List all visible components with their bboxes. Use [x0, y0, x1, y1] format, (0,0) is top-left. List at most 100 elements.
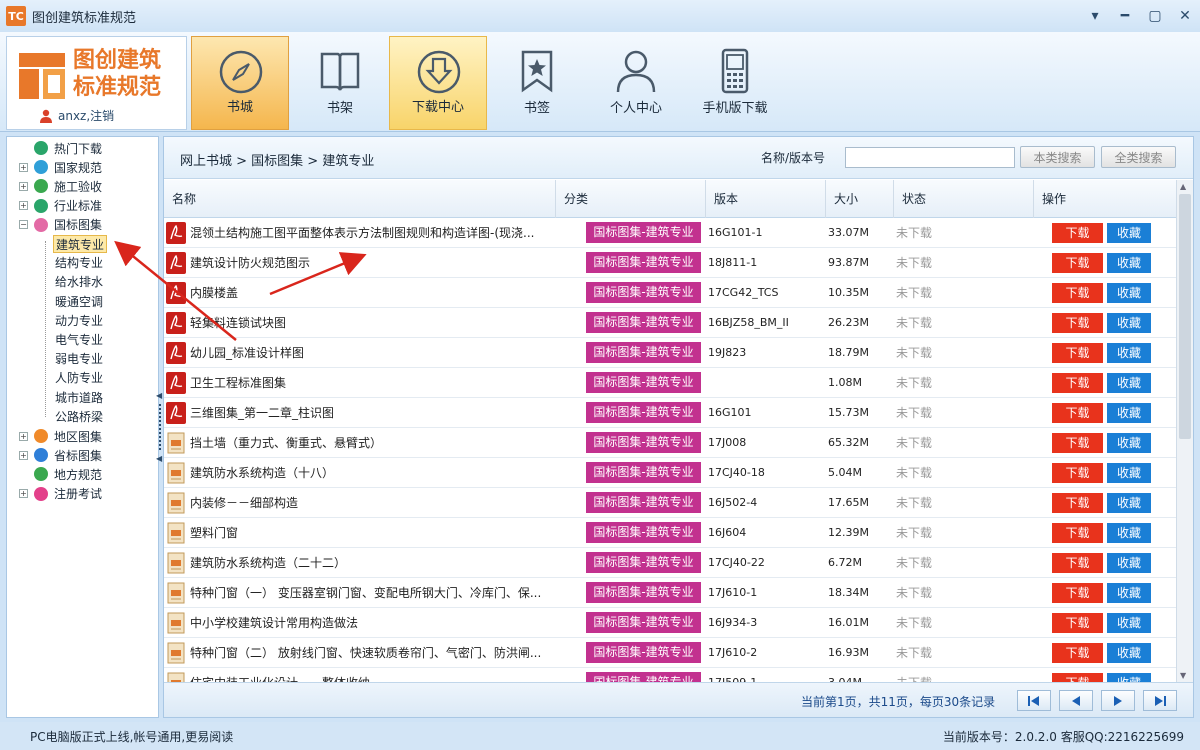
download-button[interactable]: 下载: [1052, 403, 1103, 423]
favorite-button[interactable]: 收藏: [1107, 553, 1151, 573]
favorite-button[interactable]: 收藏: [1107, 373, 1151, 393]
tree-item[interactable]: + 注册考试: [19, 485, 102, 503]
download-button[interactable]: 下载: [1052, 433, 1103, 453]
breadcrumb[interactable]: 网上书城 > 国标图集 > 建筑专业: [180, 150, 374, 169]
col-status[interactable]: 状态: [893, 180, 1033, 218]
tree-expand-toggle[interactable]: +: [19, 431, 28, 441]
next-page-button[interactable]: [1101, 690, 1135, 711]
col-category[interactable]: 分类: [555, 180, 705, 218]
col-name[interactable]: 名称: [164, 180, 555, 218]
favorite-button[interactable]: 收藏: [1107, 343, 1151, 363]
favorite-button[interactable]: 收藏: [1107, 463, 1151, 483]
tree-child-item[interactable]: 暖通空调: [53, 293, 105, 311]
col-size[interactable]: 大小: [825, 180, 893, 218]
table-row[interactable]: 混领土结构施工图平面整体表示方法制图规则和构造详图-(现浇... 国标图集-建筑专…: [164, 218, 1176, 248]
file-name[interactable]: 挡土墙（重力式、衡重式、悬臂式）: [190, 428, 550, 458]
table-row[interactable]: 挡土墙（重力式、衡重式、悬臂式） 国标图集-建筑专业 17J008 65.32M 未下载…: [164, 428, 1176, 458]
table-row[interactable]: 住宅内装工业化设计——整体收纳 国标图集-建筑专业 17J509-1 3.04M 未下载…: [164, 668, 1176, 682]
favorite-button[interactable]: 收藏: [1107, 673, 1151, 682]
tree-expand-toggle[interactable]: +: [19, 162, 28, 172]
tree-item[interactable]: 热门下载: [19, 139, 102, 157]
favorite-button[interactable]: 收藏: [1107, 493, 1151, 513]
file-name[interactable]: 特种门窗（二） 放射线门窗、快速软质卷帘门、气密门、防洪闸...: [190, 638, 550, 668]
table-row[interactable]: 建筑防水系统构造（十八） 国标图集-建筑专业 17CJ40-18 5.04M 未下载 下载…: [164, 458, 1176, 488]
tree-item[interactable]: + 地区图集: [19, 427, 102, 445]
download-button[interactable]: 下载: [1052, 463, 1103, 483]
minimize-button[interactable]: ━: [1110, 0, 1140, 32]
menu-dropdown-icon[interactable]: ▾: [1080, 0, 1110, 32]
tree-child-item[interactable]: 弱电专业: [53, 350, 105, 368]
table-row[interactable]: 塑料门窗 国标图集-建筑专业 16J604 12.39M 未下载 下载 收藏: [164, 518, 1176, 548]
tree-child-item[interactable]: 结构专业: [53, 254, 105, 272]
tree-child-item[interactable]: 给水排水: [53, 273, 105, 291]
tree-expand-toggle[interactable]: +: [19, 489, 28, 499]
file-name[interactable]: 卫生工程标准图集: [190, 368, 550, 398]
download-button[interactable]: 下载: [1052, 223, 1103, 243]
download-button[interactable]: 下载: [1052, 583, 1103, 603]
last-page-button[interactable]: [1143, 690, 1177, 711]
search-input[interactable]: [845, 147, 1015, 168]
favorite-button[interactable]: 收藏: [1107, 583, 1151, 603]
file-name[interactable]: 轻集料连锁试块图: [190, 308, 550, 338]
col-version[interactable]: 版本: [705, 180, 825, 218]
table-row[interactable]: 特种门窗（二） 放射线门窗、快速软质卷帘门、气密门、防洪闸... 国标图集-建筑专…: [164, 638, 1176, 668]
download-button[interactable]: 下载: [1052, 313, 1103, 333]
tree-expand-toggle[interactable]: +: [19, 201, 28, 211]
file-name[interactable]: 建筑防水系统构造（二十二）: [190, 548, 550, 578]
table-row[interactable]: 内装修－－细部构造 国标图集-建筑专业 16J502-4 17.65M 未下载 下载 收藏: [164, 488, 1176, 518]
file-name[interactable]: 内装修－－细部构造: [190, 488, 550, 518]
download-button[interactable]: 下载: [1052, 373, 1103, 393]
file-name[interactable]: 中小学校建筑设计常用构造做法: [190, 608, 550, 638]
file-name[interactable]: 特种门窗（一） 变压器室钢门窗、变配电所钢大门、冷库门、保...: [190, 578, 550, 608]
nav-personal-center[interactable]: 个人中心: [587, 36, 685, 130]
download-button[interactable]: 下载: [1052, 553, 1103, 573]
tree-child-item[interactable]: 电气专业: [53, 331, 105, 349]
file-name[interactable]: 三维图集_第一二章_柱识图: [190, 398, 550, 428]
nav-bookmarks[interactable]: 书签: [488, 36, 586, 130]
file-name[interactable]: 混领土结构施工图平面整体表示方法制图规则和构造详图-(现浇...: [190, 218, 550, 248]
favorite-button[interactable]: 收藏: [1107, 283, 1151, 303]
favorite-button[interactable]: 收藏: [1107, 313, 1151, 333]
tree-item[interactable]: + 行业标准: [19, 197, 102, 215]
tree-expand-toggle[interactable]: −: [19, 220, 28, 230]
download-button[interactable]: 下载: [1052, 493, 1103, 513]
file-name[interactable]: 住宅内装工业化设计——整体收纳: [190, 668, 550, 682]
download-button[interactable]: 下载: [1052, 613, 1103, 633]
nav-download-center[interactable]: 下载中心: [389, 36, 487, 130]
tree-expand-toggle[interactable]: +: [19, 450, 28, 460]
table-row[interactable]: 卫生工程标准图集 国标图集-建筑专业 1.08M 未下载 下载 收藏: [164, 368, 1176, 398]
tree-child-item[interactable]: 动力专业: [53, 312, 105, 330]
table-row[interactable]: 三维图集_第一二章_柱识图 国标图集-建筑专业 16G101 15.73M 未下载 下载收…: [164, 398, 1176, 428]
nav-mobile-download[interactable]: 手机版下载: [686, 36, 784, 130]
file-name[interactable]: 塑料门窗: [190, 518, 550, 548]
tree-child-item[interactable]: 建筑专业: [53, 235, 108, 253]
close-button[interactable]: ✕: [1170, 0, 1200, 32]
favorite-button[interactable]: 收藏: [1107, 613, 1151, 633]
first-page-button[interactable]: [1017, 690, 1051, 711]
tree-child-item[interactable]: 城市道路: [53, 389, 105, 407]
tree-item[interactable]: + 省标图集: [19, 446, 102, 464]
tree-child-item[interactable]: 公路桥梁: [53, 408, 105, 426]
download-button[interactable]: 下载: [1052, 283, 1103, 303]
favorite-button[interactable]: 收藏: [1107, 223, 1151, 243]
tree-item[interactable]: − 国标图集: [19, 216, 102, 234]
tree-child-item[interactable]: 人防专业: [53, 369, 105, 387]
nav-bookstore[interactable]: 书城: [191, 36, 289, 130]
table-row[interactable]: 建筑设计防火规范图示 国标图集-建筑专业 18J811-1 93.87M 未下载 下载 收藏: [164, 248, 1176, 278]
download-button[interactable]: 下载: [1052, 523, 1103, 543]
table-row[interactable]: 内膜楼盖 国标图集-建筑专业 17CG42_TCS 10.35M 未下载 下载 收藏: [164, 278, 1176, 308]
nav-bookshelf[interactable]: 书架: [291, 36, 389, 130]
table-row[interactable]: 轻集料连锁试块图 国标图集-建筑专业 16BJZ58_BM_II 26.23M 未下载 下…: [164, 308, 1176, 338]
search-all-button[interactable]: 全类搜索: [1101, 146, 1176, 168]
table-row[interactable]: 特种门窗（一） 变压器室钢门窗、变配电所钢大门、冷库门、保... 国标图集-建筑专…: [164, 578, 1176, 608]
favorite-button[interactable]: 收藏: [1107, 433, 1151, 453]
tree-item[interactable]: + 施工验收: [19, 177, 102, 195]
search-category-button[interactable]: 本类搜索: [1020, 146, 1095, 168]
file-name[interactable]: 建筑设计防火规范图示: [190, 248, 550, 278]
favorite-button[interactable]: 收藏: [1107, 403, 1151, 423]
user-link[interactable]: anxz,注销: [39, 107, 114, 124]
favorite-button[interactable]: 收藏: [1107, 523, 1151, 543]
prev-page-button[interactable]: [1059, 690, 1093, 711]
table-row[interactable]: 中小学校建筑设计常用构造做法 国标图集-建筑专业 16J934-3 16.01M 未下载…: [164, 608, 1176, 638]
download-button[interactable]: 下载: [1052, 643, 1103, 663]
